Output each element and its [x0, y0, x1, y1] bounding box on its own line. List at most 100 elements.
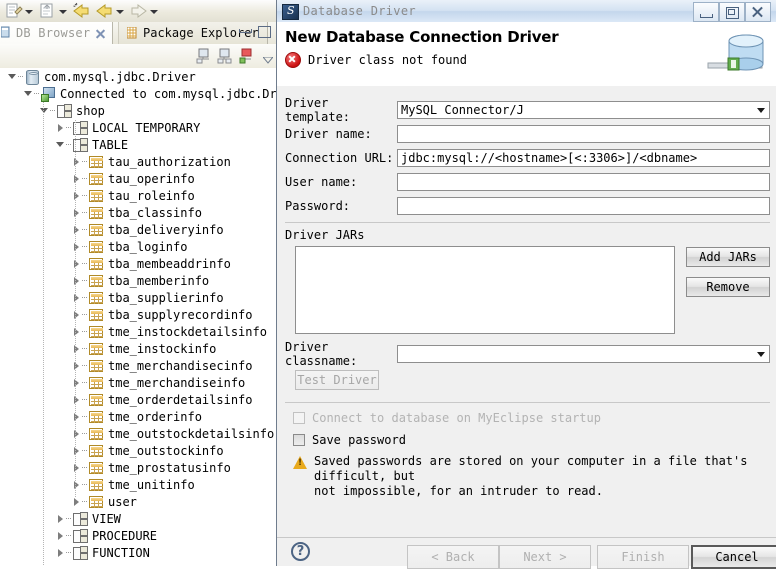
tab-db-browser[interactable]: DB Browser	[0, 22, 114, 44]
tree-expand-arrow-closed-icon[interactable]	[72, 378, 81, 387]
tree-expand-arrow-closed-icon[interactable]	[72, 395, 81, 404]
export-icon[interactable]	[38, 2, 57, 20]
view-menu-icon[interactable]	[261, 53, 275, 67]
tree-expand-arrow-closed-icon[interactable]	[72, 310, 81, 319]
tree-expand-arrow-closed-icon[interactable]	[72, 157, 81, 166]
edit-connection-icon[interactable]	[217, 48, 233, 67]
tree-item[interactable]: tme_prostatusinfo	[0, 459, 276, 476]
export-dropdown-caret[interactable]	[59, 8, 68, 15]
user-name-input[interactable]	[397, 173, 770, 191]
tree-expand-arrow-closed-icon[interactable]	[72, 191, 81, 200]
tree-expand-arrow-closed-icon[interactable]	[72, 463, 81, 472]
back-button[interactable]: < Back	[407, 545, 499, 569]
tree-expand-arrow-closed-icon[interactable]	[72, 327, 81, 336]
tree-item[interactable]: tme_outstockinfo	[0, 442, 276, 459]
database-tree[interactable]: com.mysql.jdbc.Driver Connected to com.my…	[0, 68, 276, 566]
open-connection-icon[interactable]	[238, 48, 254, 67]
forward-history-caret[interactable]	[150, 8, 159, 15]
checkbox-save-password[interactable]: Save password	[293, 433, 406, 447]
tree-item[interactable]: tba_deliveryinfo	[0, 221, 276, 238]
tree-expand-arrow-closed-icon[interactable]	[72, 412, 81, 421]
tree-item[interactable]: tba_supplierinfo	[0, 289, 276, 306]
tree-item[interactable]: tme_orderdetailsinfo	[0, 391, 276, 408]
driver-name-input[interactable]	[397, 125, 770, 143]
tree-item[interactable]: tau_authorization	[0, 153, 276, 170]
tree-item[interactable]: tau_roleinfo	[0, 187, 276, 204]
tree-expand-arrow-closed-icon[interactable]	[72, 276, 81, 285]
tree-expand-arrow-closed-icon[interactable]	[72, 208, 81, 217]
tree-item[interactable]: tba_supplyrecordinfo	[0, 306, 276, 323]
new-wizard-dropdown-caret[interactable]	[25, 8, 34, 15]
tree-item[interactable]: TABLE	[0, 136, 276, 153]
tree-expand-arrow-closed-icon[interactable]	[56, 123, 65, 132]
tree-expand-arrow-open-icon[interactable]	[56, 140, 65, 149]
tree-expand-arrow-closed-icon[interactable]	[72, 497, 81, 506]
tree-item[interactable]: PROCEDURE	[0, 527, 276, 544]
add-jars-button[interactable]: Add JARs	[686, 247, 770, 267]
finish-button[interactable]: Finish	[597, 545, 689, 569]
tree-item[interactable]: tba_membeaddrinfo	[0, 255, 276, 272]
tree-item[interactable]: tme_merchandisecinfo	[0, 357, 276, 374]
tree-expand-arrow-closed-icon[interactable]	[72, 429, 81, 438]
tree-expand-arrow-closed-icon[interactable]	[72, 174, 81, 183]
next-button[interactable]: Next >	[499, 545, 591, 569]
test-driver-button[interactable]: Test Driver	[295, 370, 379, 390]
tree-item[interactable]: FUNCTION	[0, 544, 276, 561]
help-icon[interactable]: ?	[291, 542, 310, 561]
driver-jars-list[interactable]	[295, 246, 675, 334]
tree-expand-arrow-closed-icon[interactable]	[56, 514, 65, 523]
maximize-button[interactable]	[719, 2, 745, 22]
tree-item[interactable]: tme_instockinfo	[0, 340, 276, 357]
back-arrow-icon[interactable]	[72, 2, 91, 20]
tree-expand-arrow-open-icon[interactable]	[24, 89, 33, 98]
tree-expand-arrow-closed-icon[interactable]	[56, 548, 65, 557]
tree-expand-arrow-open-icon[interactable]	[40, 106, 49, 115]
tree-item[interactable]: tme_merchandiseinfo	[0, 374, 276, 391]
tree-expand-arrow-closed-icon[interactable]	[72, 344, 81, 353]
back-history-caret[interactable]	[116, 8, 125, 15]
tree-item[interactable]: tba_memberinfo	[0, 272, 276, 289]
tree-expand-arrow-closed-icon[interactable]	[72, 293, 81, 302]
tree-item[interactable]: tme_unitinfo	[0, 476, 276, 493]
tree-item[interactable]: shop	[0, 102, 276, 119]
tree-expand-arrow-closed-icon[interactable]	[72, 446, 81, 455]
remove-button[interactable]: Remove	[686, 277, 770, 297]
close-button[interactable]	[745, 2, 771, 22]
tree-expand-arrow-closed-icon[interactable]	[72, 480, 81, 489]
tree-expand-arrow-closed-icon[interactable]	[72, 259, 81, 268]
maximize-view-icon[interactable]	[258, 26, 271, 38]
tree-expand-arrow-closed-icon[interactable]	[72, 361, 81, 370]
password-input[interactable]	[397, 197, 770, 215]
tree-expand-arrow-open-icon[interactable]	[8, 72, 17, 81]
tree-item[interactable]: Connected to com.mysql.jdbc.Driver	[0, 85, 276, 102]
cancel-button[interactable]: Cancel	[691, 545, 776, 569]
tree-expand-arrow-closed-icon[interactable]	[72, 242, 81, 251]
tree-item[interactable]: tme_outstockdetailsinfo	[0, 425, 276, 442]
tree-expand-arrow-closed-icon[interactable]	[72, 225, 81, 234]
tab-package-explorer[interactable]: Package Explorer	[118, 22, 268, 44]
close-icon[interactable]	[95, 28, 106, 39]
tree-expand-arrow-closed-icon[interactable]	[56, 531, 65, 540]
connection-url-input[interactable]: jdbc:mysql://<hostname>[<:3306>]/<dbname…	[397, 149, 770, 167]
forward-arrow-icon[interactable]	[129, 2, 148, 20]
tree-item[interactable]: tme_orderinfo	[0, 408, 276, 425]
tree-item[interactable]: tau_operinfo	[0, 170, 276, 187]
tree-item[interactable]: tme_instockdetailsinfo	[0, 323, 276, 340]
minimize-button[interactable]	[693, 2, 719, 22]
tree-item[interactable]: user	[0, 493, 276, 510]
tree-item[interactable]: com.mysql.jdbc.Driver	[0, 68, 276, 85]
new-connection-icon[interactable]	[196, 48, 212, 67]
tree-item[interactable]: tba_classinfo	[0, 204, 276, 221]
driver-classname-combo[interactable]	[397, 345, 770, 363]
tree-item[interactable]: VIEW	[0, 510, 276, 527]
checkbox-connect-on-startup-box[interactable]	[293, 412, 305, 424]
back-history-icon[interactable]	[95, 2, 114, 20]
minimize-view-icon[interactable]	[239, 29, 252, 33]
tree-item[interactable]: LOCAL TEMPORARY	[0, 119, 276, 136]
driver-template-combo[interactable]: MySQL Connector/J	[397, 101, 770, 119]
checkbox-save-password-box[interactable]	[293, 434, 305, 446]
dialog-title-bar[interactable]: Database Driver	[277, 0, 776, 23]
new-wizard-icon[interactable]	[4, 2, 23, 20]
tree-item[interactable]: tba_loginfo	[0, 238, 276, 255]
checkbox-connect-on-startup[interactable]: Connect to database on MyEclipse startup	[293, 411, 601, 425]
